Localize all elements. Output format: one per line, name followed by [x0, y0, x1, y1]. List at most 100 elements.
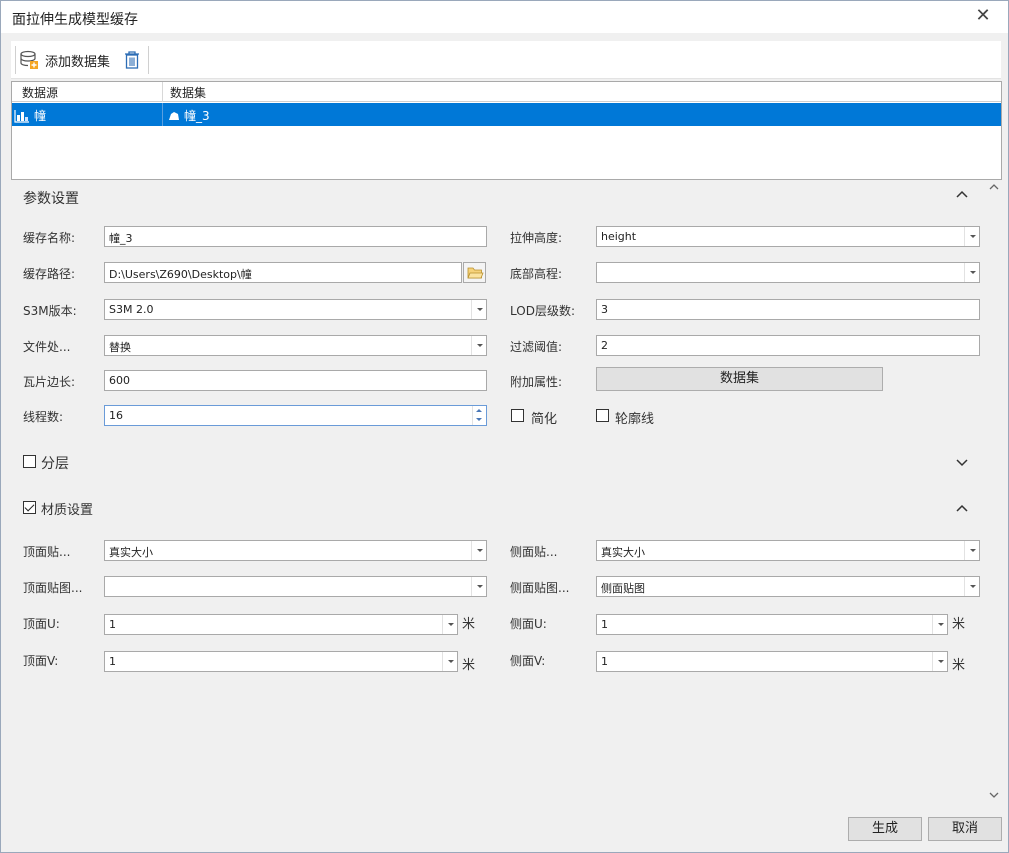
- add-dataset-button[interactable]: 添加数据集: [19, 49, 110, 71]
- spin-up-icon[interactable]: [476, 409, 482, 412]
- folder-icon: [467, 267, 484, 279]
- chevron-up-icon[interactable]: [955, 502, 969, 516]
- side-texture-label: 侧面贴...: [510, 545, 558, 559]
- chevron-down-icon[interactable]: [964, 227, 979, 246]
- top-texture-select[interactable]: 真实大小: [104, 540, 487, 561]
- material-checkbox[interactable]: [23, 501, 36, 514]
- top-v-select[interactable]: 1: [104, 651, 458, 672]
- side-texture-value: 真实大小: [601, 546, 645, 559]
- cache-path-label: 缓存路径:: [23, 267, 76, 281]
- side-u-select[interactable]: 1: [596, 614, 948, 635]
- cache-name-input[interactable]: 幢_3: [104, 226, 487, 247]
- lod-levels-input[interactable]: 3: [596, 299, 980, 320]
- dialog-window: 面拉伸生成模型缓存 ✕ 添加数据集 数据源 数据集 幢 幢_3 参数设置 缓存名…: [0, 0, 1009, 853]
- tile-size-label: 瓦片边长:: [23, 375, 76, 389]
- side-v-unit: 米: [952, 658, 966, 673]
- side-v-label: 侧面V:: [510, 654, 546, 668]
- chevron-down-icon[interactable]: [964, 577, 979, 596]
- spin-buttons[interactable]: [472, 406, 486, 425]
- chevron-down-icon[interactable]: [471, 300, 486, 319]
- close-button[interactable]: ✕: [972, 5, 994, 27]
- datasource-cell: 幢: [14, 107, 46, 124]
- chevron-down-icon[interactable]: [955, 455, 969, 469]
- top-image-select[interactable]: [104, 576, 487, 597]
- side-u-unit: 米: [952, 617, 966, 632]
- simplify-label: 简化: [531, 412, 558, 427]
- chevron-down-icon[interactable]: [442, 652, 457, 671]
- outline-checkbox[interactable]: [596, 409, 609, 422]
- top-texture-label: 顶面贴...: [23, 545, 71, 559]
- filter-threshold-input[interactable]: 2: [596, 335, 980, 356]
- bottom-elevation-select[interactable]: [596, 262, 980, 283]
- dataset-grid: 数据源 数据集 幢 幢_3: [11, 81, 1002, 180]
- layering-section-title: 分层: [41, 456, 69, 472]
- trash-icon[interactable]: [122, 50, 142, 70]
- top-u-value: 1: [109, 618, 116, 631]
- database-add-icon: [20, 50, 38, 69]
- settings-panel: 参数设置 缓存名称: 幢_3 拉伸高度: height 缓存路径: D:\Use…: [11, 181, 986, 811]
- chevron-down-icon[interactable]: [442, 615, 457, 634]
- chevron-down-icon[interactable]: [471, 541, 486, 560]
- dataset-name: 幢_3: [184, 109, 210, 123]
- side-image-select[interactable]: 侧面贴图: [596, 576, 980, 597]
- scroll-down-icon[interactable]: [989, 791, 999, 799]
- table-row[interactable]: 幢 幢_3: [12, 103, 1001, 126]
- side-image-value: 侧面贴图: [601, 582, 645, 595]
- bottom-elevation-label: 底部高程:: [510, 267, 563, 281]
- cache-path-input[interactable]: D:\Users\Z690\Desktop\幢: [104, 262, 462, 283]
- top-u-label: 顶面U:: [23, 617, 60, 631]
- s3m-version-value: S3M 2.0: [109, 303, 154, 316]
- datasource-name: 幢: [34, 109, 47, 123]
- outline-label: 轮廓线: [615, 412, 655, 427]
- simplify-checkbox[interactable]: [511, 409, 524, 422]
- generate-button[interactable]: 生成: [848, 817, 922, 841]
- browse-folder-button[interactable]: [463, 262, 486, 283]
- chevron-down-icon[interactable]: [471, 336, 486, 355]
- column-header-dataset[interactable]: 数据集: [170, 84, 206, 101]
- layering-checkbox[interactable]: [23, 455, 36, 468]
- add-dataset-label: 添加数据集: [45, 54, 111, 70]
- chevron-up-icon[interactable]: [955, 188, 969, 202]
- side-v-select[interactable]: 1: [596, 651, 948, 672]
- s3m-version-select[interactable]: S3M 2.0: [104, 299, 487, 320]
- s3m-version-label: S3M版本:: [23, 304, 77, 318]
- threads-label: 线程数:: [23, 410, 64, 424]
- extrude-height-value: height: [601, 230, 637, 243]
- extrude-height-select[interactable]: height: [596, 226, 980, 247]
- params-section-title: 参数设置: [23, 191, 79, 207]
- side-texture-select[interactable]: 真实大小: [596, 540, 980, 561]
- extrude-height-label: 拉伸高度:: [510, 231, 563, 245]
- toolbar: 添加数据集: [11, 41, 1001, 79]
- side-v-value: 1: [601, 655, 608, 668]
- top-texture-value: 真实大小: [109, 546, 153, 559]
- scroll-up-icon[interactable]: [989, 183, 999, 191]
- grid-header: 数据源 数据集: [12, 82, 1001, 102]
- dataset-attr-button[interactable]: 数据集: [596, 367, 883, 391]
- file-handling-select[interactable]: 替换: [104, 335, 487, 356]
- top-v-value: 1: [109, 655, 116, 668]
- top-u-select[interactable]: 1: [104, 614, 458, 635]
- top-v-label: 顶面V:: [23, 654, 59, 668]
- file-handling-label: 文件处...: [23, 340, 71, 354]
- threads-stepper[interactable]: 16: [104, 405, 487, 426]
- chevron-down-icon[interactable]: [471, 577, 486, 596]
- dataset-cell: 幢_3: [168, 107, 210, 124]
- toolbar-separator: [148, 46, 149, 74]
- column-header-datasource[interactable]: 数据源: [22, 84, 58, 101]
- chevron-down-icon[interactable]: [964, 263, 979, 282]
- side-image-label: 侧面贴图...: [510, 581, 570, 595]
- chevron-down-icon[interactable]: [964, 541, 979, 560]
- top-v-unit: 米: [462, 658, 476, 673]
- vertical-scrollbar[interactable]: [986, 181, 1002, 811]
- filter-threshold-label: 过滤阈值:: [510, 340, 563, 354]
- chevron-down-icon[interactable]: [932, 615, 947, 634]
- cancel-button[interactable]: 取消: [928, 817, 1002, 841]
- toolbar-separator: [15, 46, 16, 74]
- chevron-down-icon[interactable]: [932, 652, 947, 671]
- spin-down-icon[interactable]: [476, 418, 482, 421]
- tile-size-input[interactable]: 600: [104, 370, 487, 391]
- lod-levels-label: LOD层级数:: [510, 304, 575, 318]
- cache-name-label: 缓存名称:: [23, 231, 76, 245]
- side-u-label: 侧面U:: [510, 617, 547, 631]
- extra-attr-label: 附加属性:: [510, 375, 563, 389]
